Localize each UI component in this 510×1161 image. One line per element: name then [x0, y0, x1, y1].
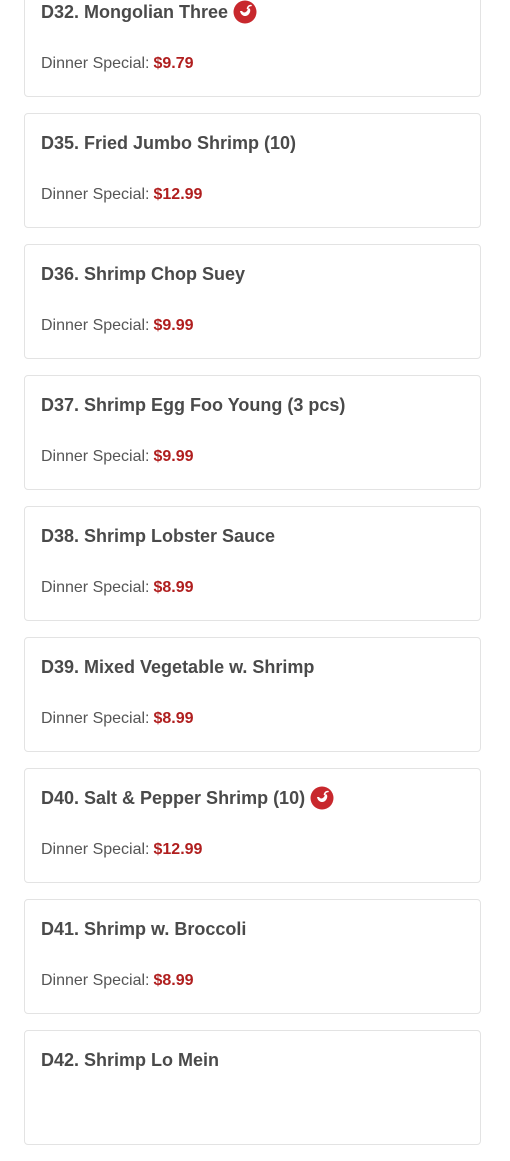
- menu-item-title: D36. Shrimp Chop Suey: [41, 261, 245, 287]
- menu-item-price-line: Dinner Special: $8.99: [41, 575, 194, 601]
- menu-item-card[interactable]: D38. Shrimp Lobster Sauce Dinner Special…: [24, 506, 481, 621]
- menu-item-card[interactable]: D40. Salt & Pepper Shrimp (10) Dinner Sp…: [24, 768, 481, 883]
- menu-item-price: $9.79: [153, 55, 194, 72]
- menu-item-price-line: Dinner Special: $12.99: [41, 182, 202, 208]
- menu-item-card[interactable]: D37. Shrimp Egg Foo Young (3 pcs) Dinner…: [24, 375, 481, 490]
- menu-item-card[interactable]: D41. Shrimp w. Broccoli Dinner Special: $…: [24, 899, 481, 1014]
- menu-item-price: $9.99: [153, 317, 194, 334]
- menu-item-price: $9.99: [153, 448, 194, 465]
- price-prefix: Dinner Special:: [41, 579, 150, 596]
- menu-item-price-line: Dinner Special: $8.99: [41, 706, 194, 732]
- menu-item-name: D40. Salt & Pepper Shrimp (10): [41, 788, 306, 808]
- menu-item-name: D35. Fried Jumbo Shrimp (10): [41, 133, 297, 153]
- menu-item-title: D39. Mixed Vegetable w. Shrimp: [41, 654, 314, 680]
- menu-item-price-line: Dinner Special: $8.99: [41, 968, 194, 994]
- menu-item-price-line: Dinner Special: $9.99: [41, 313, 194, 339]
- menu-item-title: D40. Salt & Pepper Shrimp (10): [41, 785, 334, 811]
- menu-item-card[interactable]: D39. Mixed Vegetable w. Shrimp Dinner Sp…: [24, 637, 481, 752]
- menu-item-list: D32. Mongolian Three Dinner Special: $9.7…: [24, 0, 481, 1161]
- menu-item-price: $8.99: [153, 579, 194, 596]
- menu-item-price-line: Dinner Special: $12.99: [41, 837, 202, 863]
- menu-item-card[interactable]: D32. Mongolian Three Dinner Special: $9.7…: [24, 0, 481, 97]
- price-prefix: Dinner Special:: [41, 186, 150, 203]
- price-prefix: Dinner Special:: [41, 972, 150, 989]
- menu-item-name: D41. Shrimp w. Broccoli: [41, 919, 247, 939]
- price-prefix: Dinner Special:: [41, 55, 150, 72]
- menu-item-price: $12.99: [153, 186, 203, 203]
- menu-item-title: D37. Shrimp Egg Foo Young (3 pcs): [41, 392, 345, 418]
- menu-item-name: D32. Mongolian Three: [41, 2, 229, 22]
- price-prefix: Dinner Special:: [41, 448, 150, 465]
- menu-item-price-line: Dinner Special: $9.79: [41, 51, 194, 77]
- menu-item-card[interactable]: D36. Shrimp Chop Suey Dinner Special: $9.…: [24, 244, 481, 359]
- menu-item-name: D42. Shrimp Lo Mein: [41, 1050, 220, 1070]
- menu-item-title: D42. Shrimp Lo Mein: [41, 1047, 219, 1073]
- price-prefix: Dinner Special:: [41, 317, 150, 334]
- menu-item-title: D35. Fried Jumbo Shrimp (10): [41, 130, 296, 156]
- menu-item-card[interactable]: D35. Fried Jumbo Shrimp (10) Dinner Spec…: [24, 113, 481, 228]
- menu-item-name: D36. Shrimp Chop Suey: [41, 264, 246, 284]
- menu-item-price: $12.99: [153, 841, 203, 858]
- spicy-pepper-icon: [233, 0, 257, 24]
- menu-item-price-line: Dinner Special: $9.99: [41, 444, 194, 470]
- menu-item-card[interactable]: D42. Shrimp Lo Mein: [24, 1030, 481, 1145]
- price-prefix: Dinner Special:: [41, 841, 150, 858]
- menu-item-title: D32. Mongolian Three: [41, 0, 257, 25]
- menu-item-title: D41. Shrimp w. Broccoli: [41, 916, 246, 942]
- menu-item-name: D37. Shrimp Egg Foo Young (3 pcs): [41, 395, 346, 415]
- menu-item-name: D38. Shrimp Lobster Sauce: [41, 526, 276, 546]
- menu-item-price: $8.99: [153, 710, 194, 727]
- menu-item-title: D38. Shrimp Lobster Sauce: [41, 523, 275, 549]
- menu-item-name: D39. Mixed Vegetable w. Shrimp: [41, 657, 315, 677]
- spicy-pepper-icon: [310, 786, 334, 810]
- price-prefix: Dinner Special:: [41, 710, 150, 727]
- menu-item-price: $8.99: [153, 972, 194, 989]
